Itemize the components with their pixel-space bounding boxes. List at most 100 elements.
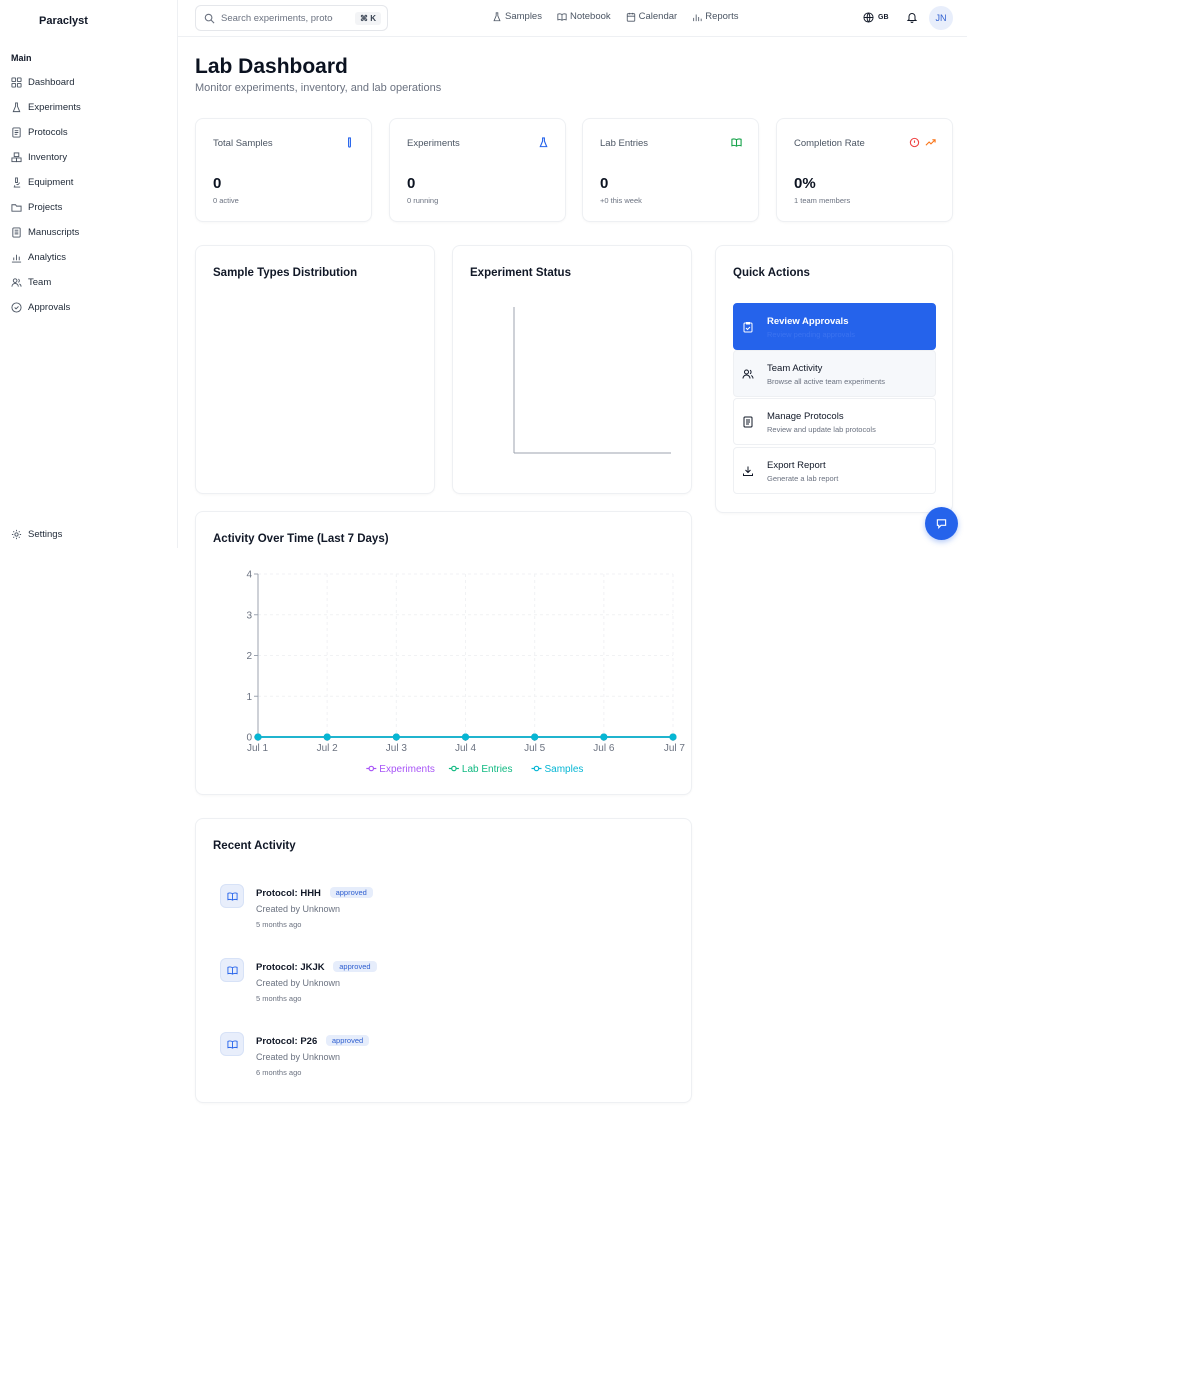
- clipboard-check-icon: [743, 322, 753, 333]
- y-tick-label: 2: [246, 651, 252, 662]
- stat-label: Total Samples: [213, 138, 273, 149]
- nav-section-label: Main: [11, 53, 32, 63]
- activity-author: Created by Unknown: [256, 1052, 341, 1062]
- top-bar: ⌘ K Samples Notebook Calendar Reports GB: [178, 0, 967, 37]
- legend-label: Experiments: [379, 764, 435, 775]
- y-tick-label: 1: [246, 692, 252, 703]
- activity-line-chart: 0 1 2 3 4 Jul 1 Jul 2 Jul 3 Jul 4 Jul 5 Jul 6 Jul 7…: [246, 570, 685, 776]
- sidebar-item-dashboard[interactable]: Dashboard: [0, 70, 177, 95]
- activity-title: Protocol: HHH: [256, 888, 321, 899]
- sidebar-item-label: Projects: [28, 202, 63, 213]
- stat-sub: +0 this week: [600, 196, 642, 205]
- status-badge: approved: [325, 1035, 370, 1046]
- data-point: [323, 733, 331, 741]
- activity-time: 5 months ago: [256, 920, 302, 929]
- data-point: [392, 733, 400, 741]
- legend-marker-dot: [451, 765, 457, 772]
- data-point: [462, 733, 469, 741]
- team-activity-button[interactable]: Team Activity Browse all active team exp…: [733, 350, 936, 397]
- book-icon: [731, 138, 742, 147]
- avatar[interactable]: JN: [929, 6, 953, 30]
- top-link-samples[interactable]: Samples: [492, 11, 542, 22]
- sidebar-nav: Dashboard Experiments Protocols Inventor…: [0, 70, 177, 320]
- sidebar-item-inventory[interactable]: Inventory: [0, 145, 177, 170]
- list-item[interactable]: Protocol: P26 approved Created by Unknow…: [220, 1032, 620, 1092]
- sidebar-item-label: Experiments: [28, 102, 81, 113]
- sidebar-item-label: Team: [28, 277, 52, 288]
- page-title: Lab Dashboard: [195, 55, 348, 78]
- card-title: Recent Activity: [213, 840, 296, 852]
- activity-author: Created by Unknown: [256, 978, 341, 988]
- globe-icon: [863, 12, 874, 23]
- top-link-calendar[interactable]: Calendar: [626, 11, 677, 22]
- calendar-icon: [626, 12, 635, 22]
- users-icon: [11, 278, 22, 287]
- quick-action-title: Team Activity: [767, 363, 823, 374]
- bar-chart-icon: [693, 14, 702, 21]
- stat-card-lab-entries: Lab Entries 0 +0 this week: [582, 118, 759, 222]
- sidebar-item-equipment[interactable]: Equipment: [0, 170, 177, 195]
- activity-title-row: Protocol: P26 approved: [256, 1035, 370, 1047]
- bell-icon[interactable]: [906, 11, 918, 23]
- flask-icon: [493, 11, 501, 21]
- status-badge: approved: [333, 961, 377, 972]
- experiment-status-card: Experiment Status: [452, 245, 692, 494]
- manage-protocols-button[interactable]: Manage Protocols Review and update lab p…: [733, 398, 936, 445]
- flask-icon: [539, 137, 548, 148]
- review-approvals-button[interactable]: Review Approvals Review pending approval…: [733, 303, 936, 350]
- sidebar-item-label: Dashboard: [28, 77, 75, 88]
- book-icon: [557, 12, 567, 21]
- list-item[interactable]: Protocol: JKJK approved Created by Unkno…: [220, 958, 620, 1018]
- activity-title-row: Protocol: JKJK approved: [256, 961, 377, 973]
- data-point: [254, 733, 262, 741]
- export-report-button[interactable]: Export Report Generate a lab report: [733, 447, 936, 494]
- top-link-reports[interactable]: Reports: [692, 11, 738, 22]
- brand-name[interactable]: Paraclyst: [39, 15, 88, 27]
- document-icon: [12, 127, 21, 138]
- sidebar-item-label: Analytics: [28, 252, 67, 263]
- activity-chart-card: Activity Over Time (Last 7 Days) 0 1 2 3 4 Ju…: [195, 511, 692, 795]
- top-link-notebook[interactable]: Notebook: [557, 11, 611, 22]
- gear-icon: [11, 529, 22, 540]
- y-tick-label: 4: [246, 570, 252, 581]
- stat-value: 0%: [794, 175, 816, 192]
- stat-label: Experiments: [407, 138, 460, 149]
- activity-icon-box: [220, 1032, 244, 1056]
- data-point: [600, 733, 608, 741]
- quick-action-title: Review Approvals: [767, 316, 849, 327]
- sidebar-item-settings[interactable]: Settings: [0, 522, 177, 547]
- status-badge: approved: [329, 887, 373, 898]
- message-icon: [936, 519, 947, 529]
- book-icon: [227, 1040, 238, 1049]
- sidebar-item-manuscripts[interactable]: Manuscripts: [0, 220, 177, 245]
- sample-types-card: Sample Types Distribution: [195, 245, 435, 494]
- activity-icon-box: [220, 958, 244, 982]
- recent-activity-card: Recent Activity Protocol: HHH approved C…: [195, 818, 692, 1103]
- legend-label: Lab Entries: [462, 764, 513, 775]
- experiment-status-chart: [513, 307, 671, 454]
- search-shortcut: ⌘ K: [355, 12, 381, 25]
- page-subtitle: Monitor experiments, inventory, and lab …: [195, 82, 442, 94]
- stat-label: Lab Entries: [600, 138, 649, 149]
- sidebar-item-team[interactable]: Team: [0, 270, 177, 295]
- top-link-label: Reports: [705, 11, 739, 22]
- manuscript-icon: [12, 227, 21, 238]
- sidebar-item-projects[interactable]: Projects: [0, 195, 177, 220]
- book-icon: [227, 966, 238, 975]
- sidebar-item-analytics[interactable]: Analytics: [0, 245, 177, 270]
- sidebar-item-experiments[interactable]: Experiments: [0, 95, 177, 120]
- search-box[interactable]: ⌘ K: [195, 5, 388, 31]
- sidebar-item-label: Equipment: [28, 177, 74, 188]
- activity-title: Protocol: P26: [256, 1036, 318, 1047]
- legend-label: Samples: [545, 764, 584, 775]
- list-item[interactable]: Protocol: HHH approved Created by Unknow…: [220, 884, 620, 944]
- stat-card-completion-rate: Completion Rate 0% 1 team members: [776, 118, 953, 222]
- sidebar-item-approvals[interactable]: Approvals: [0, 295, 177, 320]
- legend-marker-dot: [368, 765, 375, 772]
- sidebar-item-protocols[interactable]: Protocols: [0, 120, 177, 145]
- search-icon: [204, 13, 215, 23]
- search-input[interactable]: [221, 12, 333, 24]
- chat-button[interactable]: [925, 507, 958, 540]
- language-selector[interactable]: GB: [863, 12, 889, 23]
- sidebar-item-label: Settings: [28, 529, 63, 540]
